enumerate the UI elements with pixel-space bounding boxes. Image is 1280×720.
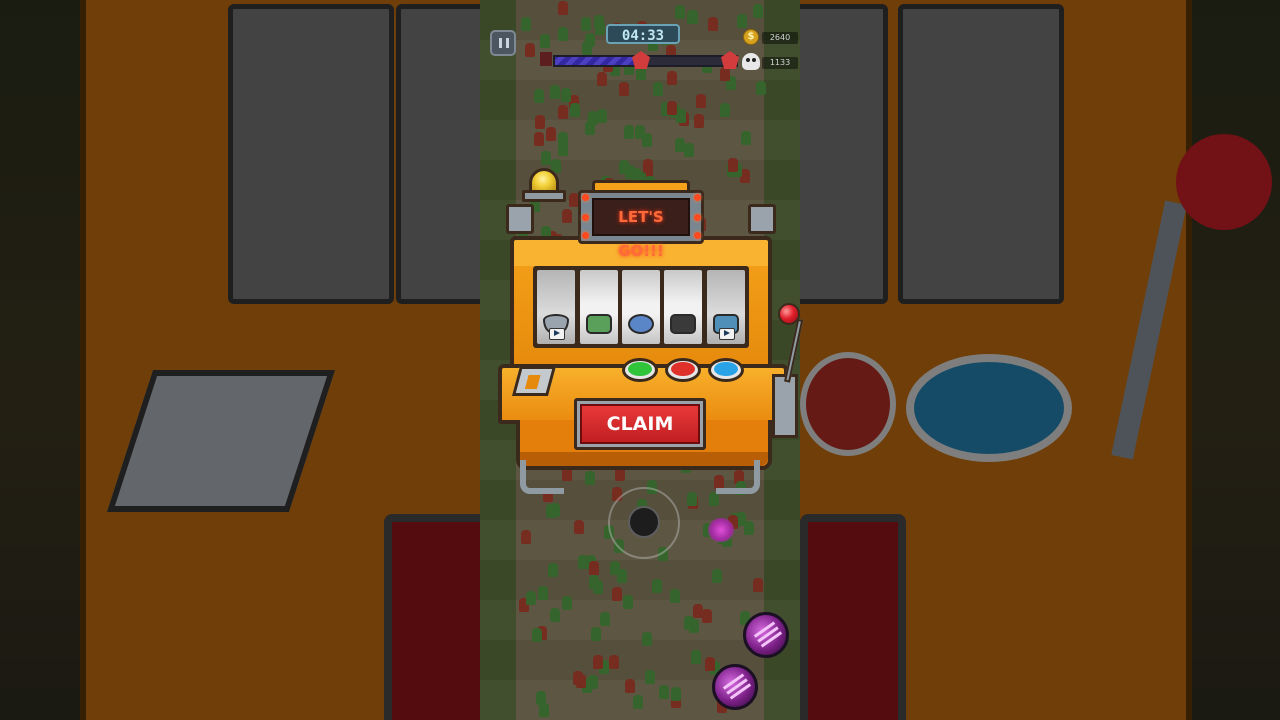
bg-dim-right xyxy=(800,0,1280,720)
bg-dim-left xyxy=(0,0,480,720)
magic-effect xyxy=(708,518,734,542)
left-bracket xyxy=(506,204,534,234)
slot-reel xyxy=(580,270,618,344)
green-canister-icon xyxy=(586,314,612,334)
right-bracket xyxy=(748,204,776,234)
play-icon xyxy=(724,330,730,336)
black-helmet-icon xyxy=(670,314,696,334)
slot-reel xyxy=(664,270,702,344)
slot-reel xyxy=(537,270,575,344)
blue-orb-shield-icon xyxy=(628,314,654,334)
skull-icon xyxy=(742,53,760,70)
sign-bulb xyxy=(694,214,701,221)
slot-sign-text: LET'S GO!!! xyxy=(592,198,690,260)
pause-button[interactable] xyxy=(490,30,516,56)
green-slot-button[interactable] xyxy=(622,358,658,382)
video-ad-icon xyxy=(549,328,565,340)
siren-base xyxy=(522,190,566,202)
claim-button[interactable]: CLAIM xyxy=(580,404,700,444)
pause-icon xyxy=(499,38,502,48)
pause-icon-bar xyxy=(506,38,509,48)
green-button-cap xyxy=(628,362,652,376)
blue-slot-button[interactable] xyxy=(708,358,744,382)
sign-bulb xyxy=(694,194,701,201)
sign-bulb xyxy=(582,214,589,221)
video-ad-icon xyxy=(719,328,735,340)
right-leg xyxy=(716,460,760,494)
skill-claw-icon xyxy=(743,612,789,658)
coin-icon: $ xyxy=(743,29,759,45)
sign-bulb xyxy=(694,232,701,239)
wave-progress-fill xyxy=(555,57,642,65)
blue-button-cap xyxy=(714,362,738,376)
wave-start-icon xyxy=(540,52,552,66)
slot-reel xyxy=(622,270,660,344)
background-right xyxy=(800,0,1280,720)
lever-knob[interactable] xyxy=(778,303,800,325)
slot-reel xyxy=(707,270,745,344)
coin-count: 2640 xyxy=(762,32,798,44)
red-button-cap xyxy=(671,362,695,376)
survival-timer: 04:33 xyxy=(606,24,680,44)
joystick-knob[interactable] xyxy=(628,506,660,538)
background-left xyxy=(0,0,480,720)
play-icon xyxy=(554,330,560,336)
kill-count: 1133 xyxy=(762,57,798,69)
red-slot-button[interactable] xyxy=(665,358,701,382)
sign-bulb xyxy=(582,232,589,239)
skill-slash-icon xyxy=(712,664,758,710)
sign-bulb xyxy=(582,194,589,201)
left-leg xyxy=(520,460,564,494)
lever-housing xyxy=(772,374,798,438)
